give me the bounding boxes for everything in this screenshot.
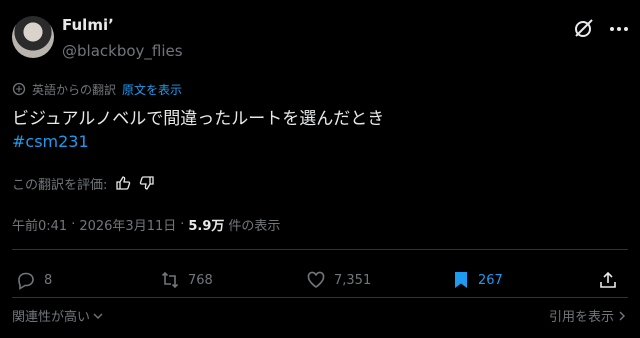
chevron-right-icon — [616, 310, 628, 322]
thumbs-down-icon[interactable] — [139, 175, 155, 191]
view-count: 5.9万 — [188, 218, 225, 234]
sort-label: 関連性が高い — [12, 310, 91, 325]
reply-button[interactable]: 8 — [16, 268, 52, 292]
grok-icon[interactable] — [572, 16, 596, 40]
translation-bar: 英語からの翻訳 原文を表示 — [12, 80, 182, 98]
reply-icon — [16, 270, 36, 290]
repost-count: 768 — [188, 272, 213, 288]
repost-icon — [160, 270, 180, 290]
tweet-date[interactable]: 2026年3月11日 — [79, 215, 176, 234]
bookmark-count: 267 — [478, 272, 503, 288]
tweet-time[interactable]: 午前0:41 — [12, 215, 67, 234]
like-count: 7,351 — [334, 272, 372, 288]
sort-selector[interactable]: 関連性が高い — [12, 306, 104, 325]
rate-translation: この翻訳を評価: — [12, 174, 155, 193]
divider — [12, 297, 628, 298]
reply-count: 8 — [44, 272, 53, 288]
view-label: 件の表示 — [228, 218, 281, 234]
translate-icon — [12, 82, 26, 96]
tweet-text: ビジュアルノベルで間違ったルートを選んだとき — [12, 109, 385, 129]
like-icon — [306, 270, 326, 290]
show-original-link[interactable]: 原文を表示 — [122, 81, 182, 98]
divider — [12, 249, 628, 250]
display-name[interactable]: Fulmiʼ — [62, 16, 114, 34]
thumbs-up-icon[interactable] — [115, 175, 131, 191]
meta-separator: · — [71, 216, 76, 232]
hashtag-link[interactable]: #csm231 — [12, 132, 89, 151]
share-icon — [598, 270, 618, 290]
view-quotes-link[interactable]: 引用を表示 — [549, 306, 628, 325]
meta-separator: · — [180, 216, 185, 232]
bookmark-button[interactable]: 267 — [452, 268, 503, 292]
handle[interactable]: @blackboy_flies — [62, 42, 183, 60]
chevron-down-icon — [92, 310, 104, 322]
repost-button[interactable]: 768 — [160, 268, 213, 292]
translation-label: 英語からの翻訳 — [32, 82, 117, 97]
view-quotes-label: 引用を表示 — [548, 310, 614, 325]
avatar[interactable] — [12, 16, 54, 58]
like-button[interactable]: 7,351 — [306, 268, 371, 292]
rate-label: この翻訳を評価: — [12, 177, 108, 193]
tweet-meta: 午前0:41 · 2026年3月11日 · 5.9万 件の表示 — [12, 214, 280, 234]
share-button[interactable] — [598, 268, 618, 292]
more-icon[interactable] — [608, 18, 630, 40]
bookmark-icon — [452, 270, 470, 290]
